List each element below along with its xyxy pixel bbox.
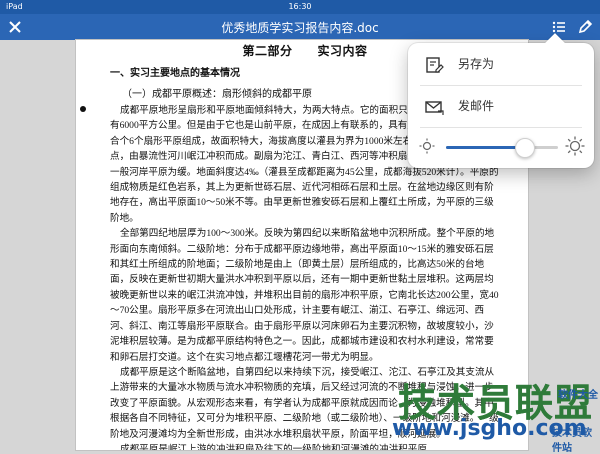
edit-icon-graphic [578,19,593,34]
list-icon-graphic [552,21,565,33]
send-email-label: 发邮件 [458,99,495,113]
actions-popover: 另存为 发邮件 [408,43,594,168]
menu-item-send-email[interactable]: 发邮件 [408,87,594,127]
popover-divider [420,85,582,86]
save-as-icon [424,55,444,75]
edit-icon[interactable] [576,18,594,36]
brightness-high-icon [564,135,586,157]
paragraph-3: 成都平原是这个断陷盆地，自第四纪以来持续下沉，接受岷江、沱江、石亭江及其支流从上… [110,366,499,440]
menu-item-save-as[interactable]: 另存为 [408,45,594,85]
mail-icon [424,97,444,117]
title-bar: 优秀地质学实习报告内容.doc [0,14,600,40]
popover-divider [420,127,582,128]
brightness-thumb[interactable] [515,138,535,158]
status-time: 16:30 [288,2,312,11]
list-icon[interactable] [550,18,568,36]
save-as-label: 另存为 [458,57,495,71]
brightness-slider-row[interactable] [408,131,594,163]
save-as-icon-graphic [426,57,444,73]
brightness-low-icon-graphic [419,138,435,154]
document-title: 优秀地质学实习报告内容.doc [221,21,379,35]
brightness-fill [446,146,524,149]
mail-icon-graphic [425,101,444,115]
paragraph-4: 成都平原是岷江上游的冲洪积扇及往下的一级阶地和河漫滩的冲洪积平原 [120,443,427,450]
brightness-low-icon [418,137,436,155]
paragraph-2: 全部第四纪地层厚为100～300米。反映为第四纪以来断陷盆地中沉积所成。整个平原… [110,228,499,363]
brightness-high-icon-graphic [565,136,585,156]
list-bullet [80,106,86,112]
status-bar: iPad 16:30 [0,0,600,14]
